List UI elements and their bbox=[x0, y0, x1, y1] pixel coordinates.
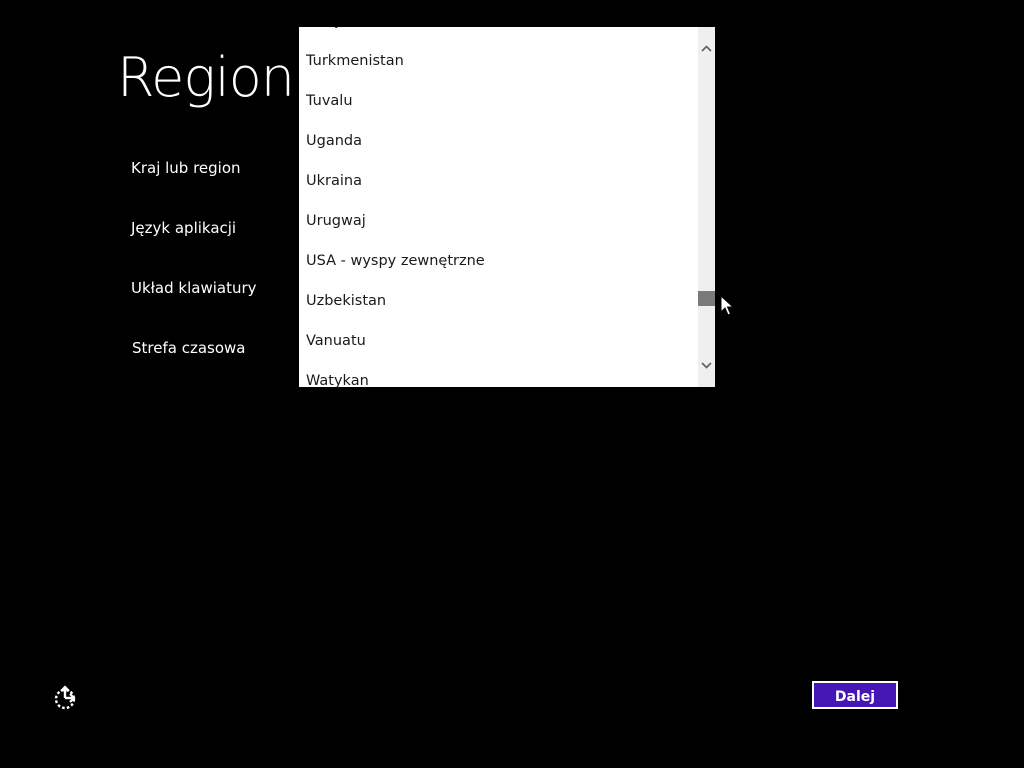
timezone-label: Strefa czasowa bbox=[132, 339, 246, 357]
country-region-label: Kraj lub region bbox=[131, 159, 241, 177]
list-item[interactable]: Turcja bbox=[299, 27, 697, 41]
page-title: Region bbox=[117, 46, 295, 109]
list-item[interactable]: USA - wyspy zewnętrzne bbox=[299, 241, 697, 281]
list-item[interactable]: Turkmenistan bbox=[299, 41, 697, 81]
scroll-up-button[interactable] bbox=[698, 38, 715, 58]
list-item[interactable]: Uganda bbox=[299, 121, 697, 161]
chevron-down-icon bbox=[701, 361, 712, 369]
ease-of-access-icon[interactable] bbox=[52, 684, 80, 712]
app-language-label: Język aplikacji bbox=[131, 219, 237, 237]
country-list: Turcja Turkmenistan Tuvalu Uganda Ukrain… bbox=[299, 27, 697, 387]
list-item[interactable]: Vanuatu bbox=[299, 321, 697, 361]
list-item[interactable]: Watykan bbox=[299, 361, 697, 387]
list-item[interactable]: Tuvalu bbox=[299, 81, 697, 121]
country-dropdown-list[interactable]: Turcja Turkmenistan Tuvalu Uganda Ukrain… bbox=[299, 27, 715, 387]
scroll-down-button[interactable] bbox=[698, 355, 715, 375]
mouse-pointer-icon bbox=[720, 295, 734, 316]
vertical-scrollbar[interactable] bbox=[698, 27, 715, 387]
keyboard-layout-label: Układ klawiatury bbox=[131, 279, 257, 297]
list-item[interactable]: Uzbekistan bbox=[299, 281, 697, 321]
list-item[interactable]: Urugwaj bbox=[299, 201, 697, 241]
region-setup-screen: Region Kraj lub region Język aplikacji U… bbox=[0, 0, 1024, 768]
list-item[interactable]: Ukraina bbox=[299, 161, 697, 201]
chevron-up-icon bbox=[701, 44, 712, 52]
scrollbar-thumb[interactable] bbox=[698, 291, 715, 306]
next-button[interactable]: Dalej bbox=[812, 681, 898, 709]
